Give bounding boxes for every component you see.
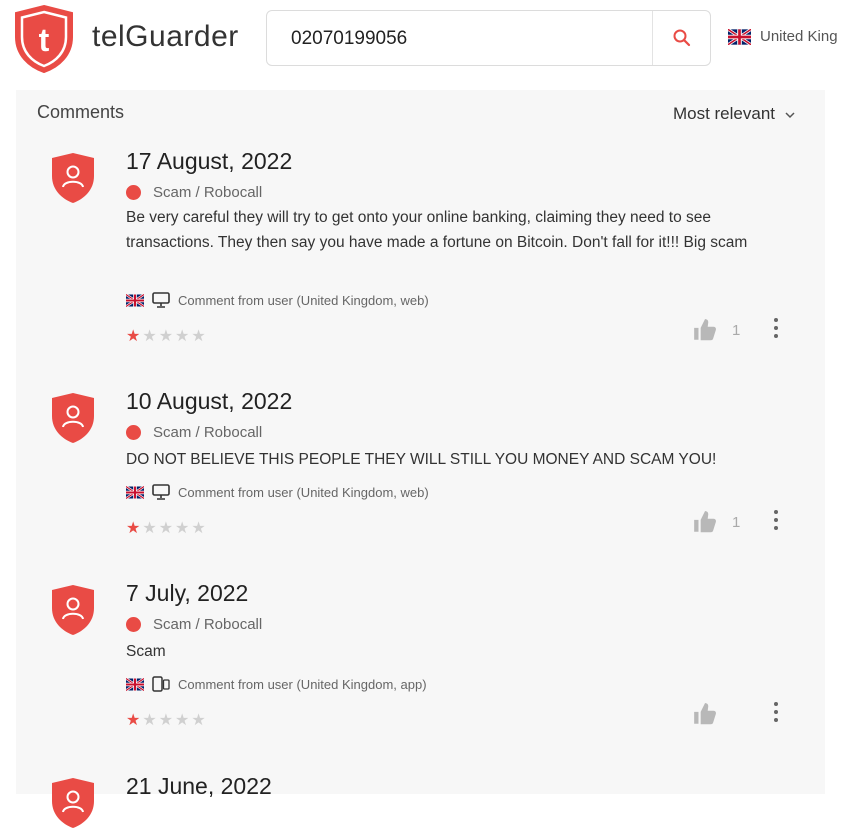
thumbs-up-icon [692,317,718,343]
user-shield-icon [50,584,96,636]
search-icon [673,29,690,47]
comment-date: 17 August, 2022 [126,148,293,174]
comment-meta: Comment from user (United Kingdom, web) [126,292,429,308]
search-field[interactable]: 02070199056 [266,10,711,66]
thumbs-up-icon [692,509,718,535]
mobile-icon [152,676,170,692]
search-input[interactable]: 02070199056 [291,28,407,50]
category-dot-icon [126,617,141,632]
star-icon: ★ [126,712,143,729]
comment-category: Scam / Robocall [126,184,262,201]
brand-name[interactable]: telGuarder [92,20,239,54]
star-icon: ★ [158,520,176,537]
star-icon: ★ [191,520,208,537]
more-options-button[interactable] [773,318,779,342]
star-icon: ★ [191,712,208,729]
comments-panel: Comments Most relevant 17 August, 2022 S… [16,90,825,794]
logo-letter: t [39,22,50,58]
star-icon: ★ [142,328,159,345]
comment-text: Be very careful they will try to get ont… [126,209,748,251]
star-icon: ★ [142,712,159,729]
like-button[interactable]: 1 [692,509,740,535]
like-count: 1 [732,321,741,339]
star-icon: ★ [175,328,192,345]
comment-date: 21 June, 2022 [126,773,272,799]
category-dot-icon [126,185,141,200]
user-shield-icon [50,777,96,829]
category-dot-icon [126,425,141,440]
monitor-icon [152,484,170,500]
comment-date: 10 August, 2022 [126,388,293,414]
top-header: t telGuarder 02070199056 United King [0,0,850,82]
sort-label: Most relevant [672,104,775,123]
star-icon: ★ [142,520,159,537]
star-icon: ★ [126,328,143,345]
star-icon: ★ [126,520,143,537]
comment-date: 7 July, 2022 [126,580,249,606]
uk-flag-icon [126,678,144,691]
more-options-button[interactable] [773,510,779,534]
comments-heading: Comments [37,102,125,122]
user-shield-icon [50,392,96,444]
monitor-icon [152,292,170,308]
comment-source: Comment from user (United Kingdom, web) [178,292,429,308]
uk-flag-icon [728,29,751,45]
star-rating: ★ ★ ★ ★ ★ [126,518,208,538]
like-button[interactable]: 1 [692,317,740,343]
sort-dropdown[interactable]: Most relevant [673,104,795,124]
like-count: 1 [732,513,741,531]
star-icon: ★ [175,520,192,537]
star-icon: ★ [175,712,192,729]
comment-meta: Comment from user (United Kingdom, web) [126,484,429,500]
star-rating: ★ ★ ★ ★ ★ [126,710,208,730]
comment-text: DO NOT BELIEVE THIS PEOPLE THEY WILL STI… [126,451,717,468]
like-button[interactable] [692,701,732,727]
category-label: Scam / Robocall [153,184,263,201]
thumbs-up-icon [692,701,718,727]
comment-source: Comment from user (United Kingdom, app) [178,676,427,692]
comment-meta: Comment from user (United Kingdom, app) [126,676,427,692]
star-rating: ★ ★ ★ ★ ★ [126,326,208,346]
star-icon: ★ [191,328,208,345]
category-label: Scam / Robocall [153,424,263,441]
uk-flag-icon [126,294,144,307]
telguarder-logo[interactable]: t [13,4,75,74]
comment-text: Scam [126,643,166,660]
category-label: Scam / Robocall [153,616,263,633]
search-button[interactable] [652,11,710,65]
country-label: United King [760,28,838,45]
star-icon: ★ [158,328,176,345]
star-icon: ★ [158,712,176,729]
chevron-down-icon [785,111,795,118]
uk-flag-icon [126,486,144,499]
comment-category: Scam / Robocall [126,424,262,441]
comment-category: Scam / Robocall [126,616,262,633]
comment-source: Comment from user (United Kingdom, web) [178,484,429,500]
user-shield-icon [50,152,96,204]
country-selector[interactable]: United King [728,28,838,45]
more-options-button[interactable] [773,702,779,726]
